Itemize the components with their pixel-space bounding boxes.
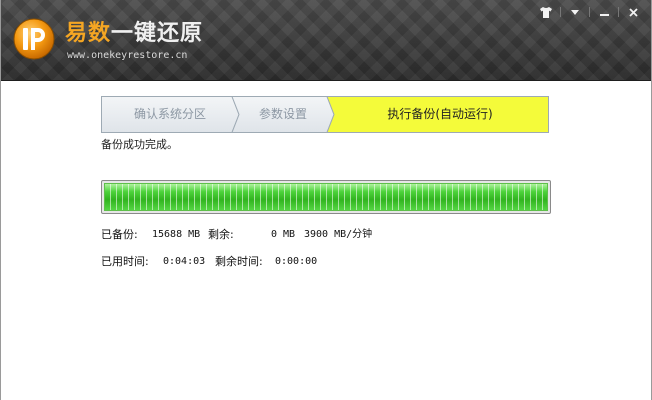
elapsed-value: 0:04:03	[163, 256, 206, 267]
dropdown-arrow-icon	[571, 9, 579, 15]
app-title-part2: 一键还原	[111, 21, 204, 46]
app-url: www.onekeyrestore.cn	[67, 50, 188, 61]
time-stats-row: 已用时间: 0:04:03 剩余时间: 0:00:00	[101, 255, 401, 269]
control-separator	[560, 7, 561, 17]
step-1-label[interactable]: 确认系统分区	[107, 96, 233, 133]
minimize-icon	[599, 13, 609, 16]
time-left-value: 0:00:00	[275, 256, 318, 267]
window-controls	[534, 4, 645, 20]
skin-button[interactable]	[534, 4, 558, 20]
remaining-label: 剩余:	[208, 228, 234, 241]
time-left-label: 剩余时间:	[215, 255, 263, 268]
elapsed-label: 已用时间:	[101, 255, 149, 268]
backed-up-label: 已备份:	[101, 228, 138, 241]
backup-stats-row: 已备份: 15688 MB 剩余: 0 MB 3900 MB/分钟	[101, 228, 401, 242]
minimize-button[interactable]	[592, 4, 616, 20]
progress-fill	[104, 183, 548, 211]
app-window: 易数一键还原 www.onekeyrestore.cn 确认系统分区 参数设置 …	[0, 0, 652, 400]
title-bar: 易数一键还原 www.onekeyrestore.cn	[1, 0, 651, 81]
app-title-part1: 易数	[65, 21, 112, 46]
progress-bar	[101, 180, 551, 214]
control-separator	[618, 7, 619, 17]
backed-up-value: 15688 MB	[152, 229, 201, 240]
app-title: 易数一键还原	[65, 20, 203, 48]
close-icon	[628, 7, 638, 17]
step-2-label[interactable]: 参数设置	[237, 96, 329, 133]
close-button[interactable]	[621, 4, 645, 20]
speed-value: 3900 MB/分钟	[304, 229, 373, 240]
step-3-label[interactable]: 执行备份(自动运行)	[333, 96, 547, 133]
remaining-value: 0 MB	[271, 229, 296, 240]
app-logo-icon	[13, 18, 55, 60]
control-separator	[589, 7, 590, 17]
menu-button[interactable]	[563, 4, 587, 20]
shirt-icon	[540, 6, 552, 18]
step-wizard: 确认系统分区 参数设置 执行备份(自动运行)	[101, 96, 549, 133]
status-message: 备份成功完成。	[101, 138, 178, 151]
